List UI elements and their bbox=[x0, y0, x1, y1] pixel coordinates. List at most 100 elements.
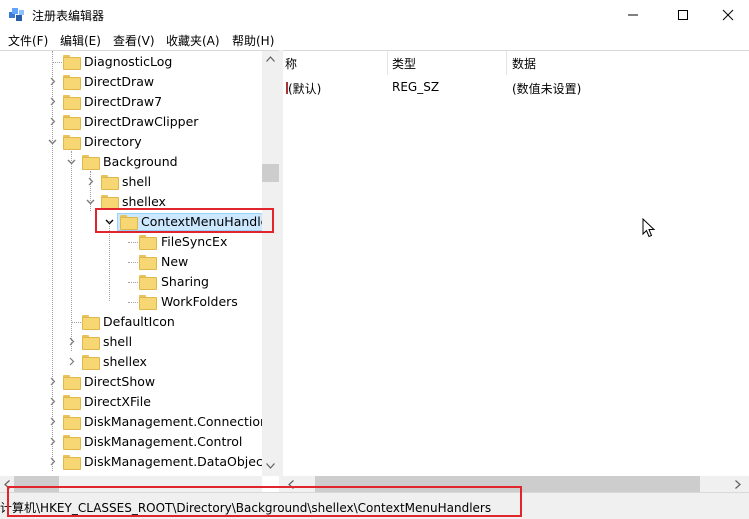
tree-connector-line bbox=[128, 242, 138, 243]
column-separator[interactable] bbox=[506, 51, 507, 75]
title-bar: 注册表编辑器 bbox=[0, 0, 749, 30]
mouse-cursor-icon bbox=[642, 218, 656, 238]
folder-icon bbox=[139, 295, 157, 310]
tree-item-label: shell bbox=[122, 174, 152, 189]
tree-item-label: Sharing bbox=[161, 274, 209, 289]
scroll-down-icon[interactable] bbox=[266, 463, 275, 469]
tree-item[interactable]: DiskManagement.Control bbox=[0, 432, 262, 452]
folder-icon bbox=[63, 375, 81, 390]
folder-icon bbox=[63, 95, 81, 110]
folder-icon bbox=[63, 455, 81, 470]
tree-item-label: DiskManagement.Control bbox=[84, 434, 243, 449]
folder-icon bbox=[63, 115, 81, 130]
values-list[interactable]: 称 类型 数据 (默认) REG_SZ (数值未设置) bbox=[283, 50, 749, 492]
menu-file[interactable]: 文件(F) bbox=[8, 32, 48, 49]
tree-item[interactable]: DiskManagement.Connection bbox=[0, 412, 268, 432]
value-data: (数值未设置) bbox=[512, 82, 582, 96]
tree-item-label: shell bbox=[103, 334, 133, 349]
folder-icon bbox=[139, 235, 157, 250]
tree-connector-line bbox=[52, 51, 53, 471]
tree-item-label: DefaultIcon bbox=[103, 314, 175, 329]
menu-bar: 文件(F) 编辑(E) 查看(V) 收藏夹(A) 帮助(H) bbox=[0, 30, 749, 50]
folder-icon bbox=[139, 275, 157, 290]
tree-item[interactable]: DirectDraw7 bbox=[0, 92, 262, 112]
tree-item-label: Directory bbox=[84, 134, 142, 149]
tree-item-label: DirectXFile bbox=[84, 394, 151, 409]
tree-connector-line bbox=[109, 221, 110, 301]
close-button[interactable] bbox=[705, 0, 749, 30]
tree-item-label: DirectDraw7 bbox=[84, 94, 163, 109]
value-type: REG_SZ bbox=[392, 80, 440, 94]
tree-item-label: DiskManagement.DataObject bbox=[84, 454, 268, 469]
window-title: 注册表编辑器 bbox=[32, 9, 105, 23]
tree-item[interactable]: shell bbox=[0, 332, 262, 352]
tree-item-label: DiskManagement.Connection bbox=[84, 414, 268, 429]
tree-item-label: DiagnosticLog bbox=[84, 54, 173, 69]
tree-item[interactable]: Directory bbox=[0, 132, 262, 152]
tree-item[interactable]: shellex bbox=[0, 352, 262, 372]
tree-connector-line bbox=[128, 262, 138, 263]
tree-item-label: DirectDrawClipper bbox=[84, 114, 199, 129]
tree-item-label: shellex bbox=[122, 194, 166, 209]
menu-edit[interactable]: 编辑(E) bbox=[60, 32, 101, 49]
folder-icon bbox=[63, 75, 81, 90]
folder-icon bbox=[82, 355, 100, 370]
folder-icon bbox=[82, 315, 100, 330]
folder-icon bbox=[63, 135, 81, 150]
scroll-right-icon[interactable] bbox=[735, 480, 741, 489]
tree-connector-line bbox=[90, 171, 91, 211]
tree-item[interactable]: New bbox=[0, 252, 262, 272]
folder-icon bbox=[82, 335, 100, 350]
tree-item[interactable]: DirectXFile bbox=[0, 392, 262, 412]
menu-help[interactable]: 帮助(H) bbox=[232, 32, 274, 49]
close-icon bbox=[722, 9, 734, 21]
tree-item[interactable]: DiskManagement.DataObject bbox=[0, 452, 268, 472]
highlight-selected-key bbox=[95, 208, 274, 233]
menu-favorites[interactable]: 收藏夹(A) bbox=[166, 32, 220, 49]
tree-item[interactable]: shell bbox=[0, 172, 262, 192]
tree-item-label: shellex bbox=[103, 354, 147, 369]
tree-connector-line bbox=[52, 62, 62, 63]
tree-item[interactable]: FileSyncEx bbox=[0, 232, 262, 252]
value-name: (默认) bbox=[288, 82, 322, 96]
minimize-button[interactable] bbox=[610, 0, 656, 30]
scroll-up-icon[interactable] bbox=[266, 56, 275, 62]
tree-item[interactable]: DiagnosticLog bbox=[0, 52, 262, 72]
folder-icon bbox=[63, 435, 81, 450]
folder-icon bbox=[101, 195, 119, 210]
menu-view[interactable]: 查看(V) bbox=[113, 32, 155, 49]
tree-item-label: DirectShow bbox=[84, 374, 156, 389]
column-header-type[interactable]: 类型 bbox=[392, 55, 416, 72]
tree-vertical-scrollbar[interactable] bbox=[262, 51, 279, 476]
tree-connector-line bbox=[128, 282, 138, 283]
tree-connector-line bbox=[71, 322, 81, 323]
tree-item[interactable]: DirectDrawClipper bbox=[0, 112, 262, 132]
chevron-right-icon[interactable] bbox=[66, 356, 76, 366]
tree-vertical-scroll-thumb[interactable] bbox=[262, 164, 279, 182]
tree-item-label: FileSyncEx bbox=[161, 234, 228, 249]
column-separator[interactable] bbox=[387, 51, 388, 75]
maximize-icon bbox=[678, 10, 688, 20]
column-header-data[interactable]: 数据 bbox=[512, 55, 536, 72]
folder-icon bbox=[63, 395, 81, 410]
folder-icon bbox=[63, 55, 81, 70]
tree-item-label: New bbox=[161, 254, 189, 269]
folder-icon bbox=[139, 255, 157, 270]
column-header-name[interactable]: 称 bbox=[285, 55, 297, 72]
maximize-button[interactable] bbox=[660, 0, 706, 30]
highlight-key-path bbox=[7, 486, 522, 517]
tree-item[interactable]: DirectShow bbox=[0, 372, 262, 392]
tree-item[interactable]: Sharing bbox=[0, 272, 262, 292]
registry-tree[interactable]: DiagnosticLog DirectDraw DirectDraw7 Direct… bbox=[0, 50, 279, 492]
folder-icon bbox=[63, 415, 81, 430]
tree-connector-line bbox=[128, 302, 138, 303]
tree-item-label: DirectDraw bbox=[84, 74, 155, 89]
tree-item[interactable]: DefaultIcon bbox=[0, 312, 262, 332]
tree-item[interactable]: DirectDraw bbox=[0, 72, 262, 92]
tree-item[interactable]: Background bbox=[0, 152, 262, 172]
folder-icon bbox=[82, 155, 100, 170]
tree-item[interactable]: WorkFolders bbox=[0, 292, 262, 312]
minimize-icon bbox=[628, 14, 638, 16]
tree-connector-line bbox=[71, 151, 72, 351]
tree-item-label: Background bbox=[103, 154, 178, 169]
